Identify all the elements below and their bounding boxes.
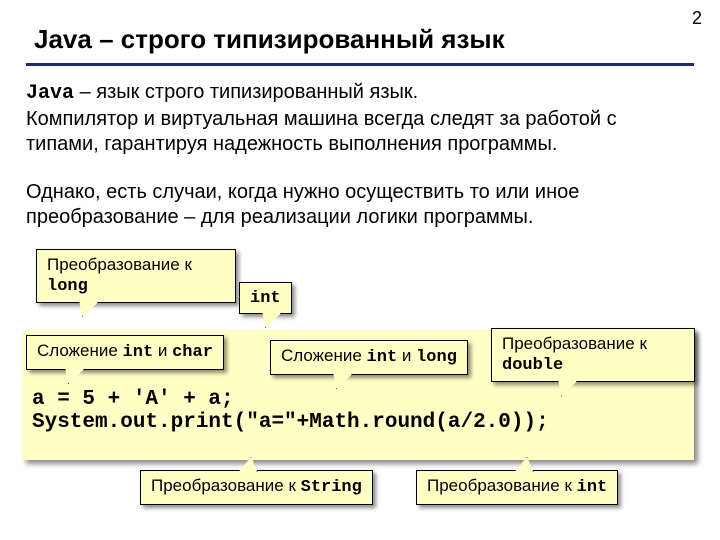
callout-text: Преобразование к bbox=[427, 476, 577, 495]
callout-type: int bbox=[123, 343, 154, 362]
callout-convert-int: Преобразование к int bbox=[416, 470, 618, 505]
paragraph-1-line2: Компилятор и виртуальная машина всегда с… bbox=[26, 108, 617, 156]
callout-text: и bbox=[397, 346, 416, 365]
callout-type: int bbox=[577, 478, 608, 497]
callout-tail-icon bbox=[75, 302, 99, 317]
callout-text: Сложение bbox=[37, 341, 123, 360]
paragraph-1-rest: – язык строго типизированный язык. bbox=[74, 81, 418, 103]
paragraph-2: Однако, есть случаи, когда нужно осущест… bbox=[26, 180, 694, 231]
callout-convert-double: Преобразование к double bbox=[491, 328, 695, 382]
slide-title: Java – строго типизированный язык bbox=[0, 0, 720, 61]
callout-convert-string: Преобразование к String bbox=[140, 470, 373, 505]
callout-type: int bbox=[367, 348, 398, 367]
paragraph-1: Java – язык строго типизированный язык. … bbox=[26, 80, 694, 158]
callout-type: double bbox=[502, 356, 563, 375]
callout-text: Преобразование к bbox=[151, 476, 301, 495]
java-keyword: Java bbox=[26, 82, 74, 105]
callout-text: Преобразование к bbox=[502, 334, 647, 353]
callout-type: char bbox=[172, 343, 213, 362]
callout-add-int-char: Сложение int и char bbox=[26, 335, 224, 370]
callout-text: Преобразование к bbox=[47, 255, 192, 274]
callout-convert-long: Преобразование к long bbox=[36, 249, 236, 303]
callout-add-int-long: Сложение int и long bbox=[270, 340, 468, 375]
page-number: 2 bbox=[692, 8, 702, 29]
slide-body: Java – язык строго типизированный язык. … bbox=[0, 66, 720, 231]
callout-type: int bbox=[250, 289, 281, 308]
callout-type: long bbox=[47, 277, 88, 296]
callout-text: и bbox=[153, 341, 172, 360]
callout-int: int bbox=[239, 282, 292, 314]
callout-text: Сложение bbox=[281, 346, 367, 365]
callout-type: long bbox=[416, 348, 457, 367]
callout-type: String bbox=[301, 478, 362, 497]
callout-tail-icon bbox=[258, 313, 282, 328]
